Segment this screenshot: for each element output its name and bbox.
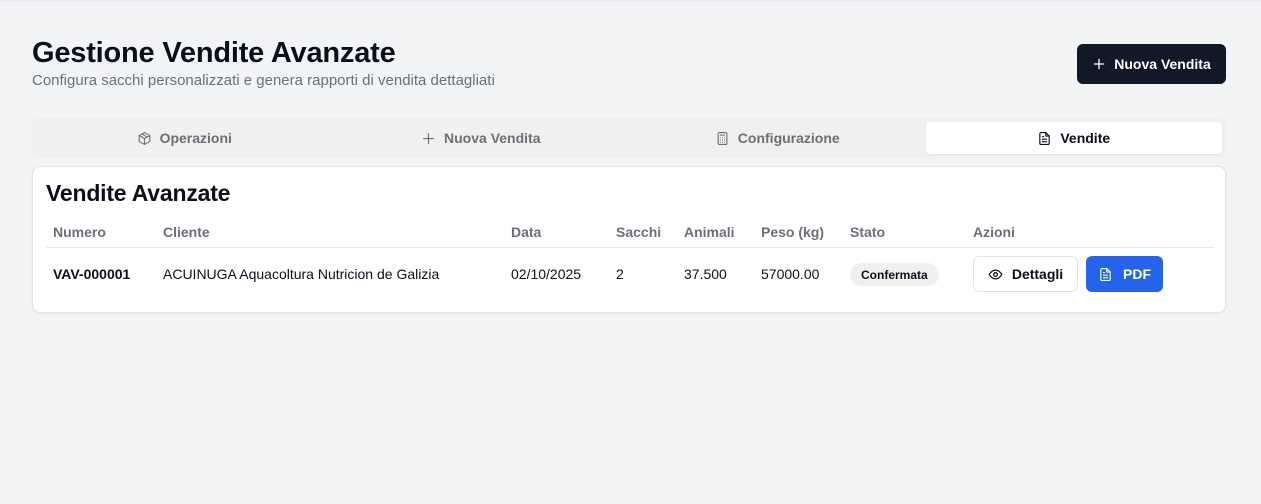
tab-operazioni[interactable]: Operazioni: [36, 122, 333, 154]
tab-vendite[interactable]: Vendite: [925, 122, 1222, 154]
new-sale-button[interactable]: Nuova Vendita: [1077, 44, 1226, 84]
column-header-azioni: Azioni: [973, 224, 1015, 240]
column-header-numero: Numero: [53, 224, 106, 240]
cell-cliente: ACUINUGA Aquacoltura Nutricion de Galizi…: [163, 266, 440, 282]
column-header-cliente: Cliente: [163, 224, 210, 240]
column-header-data: Data: [511, 224, 542, 240]
cell-sacchi: 2: [616, 266, 624, 282]
pdf-label: PDF: [1123, 266, 1151, 282]
table-header-divider: [46, 247, 1214, 248]
cell-animali: 37.500: [684, 266, 727, 282]
file-text-icon: [1039, 131, 1051, 145]
tab-nuova-vendita[interactable]: Nuova Vendita: [333, 122, 630, 154]
column-header-stato: Stato: [850, 224, 885, 240]
plus-icon: [422, 132, 435, 144]
cell-peso: 57000.00: [761, 266, 820, 282]
package-icon: [138, 131, 150, 145]
top-shadow: [0, 0, 1261, 3]
card-title: Vendite Avanzate: [46, 180, 231, 206]
cell-data: 02/10/2025: [511, 266, 582, 282]
new-sale-label: Nuova Vendita: [1114, 56, 1211, 72]
column-header-peso: Peso (kg): [761, 224, 825, 240]
tab-label: Nuova Vendita: [444, 130, 541, 146]
tab-label: Configurazione: [737, 130, 840, 146]
calculator-icon: [717, 131, 728, 145]
page-subtitle: Configura sacchi personalizzati e genera…: [32, 72, 495, 89]
details-button[interactable]: Dettagli: [973, 256, 1078, 292]
status-badge: Confermata: [850, 263, 939, 286]
plus-icon: [1093, 58, 1105, 70]
column-header-animali: Animali: [684, 224, 735, 240]
column-header-sacchi: Sacchi: [616, 224, 662, 240]
page-header: Gestione Vendite Avanzate Configura sacc…: [32, 36, 1226, 96]
details-label: Dettagli: [1011, 266, 1064, 282]
tab-bar: Operazioni Nuova Vendita Configurazione …: [32, 118, 1226, 158]
cell-numero: VAV-000001: [53, 266, 131, 282]
tab-configurazione[interactable]: Configurazione: [629, 122, 926, 154]
eye-icon: [988, 269, 1003, 279]
tab-label: Vendite: [1060, 130, 1111, 146]
pdf-button[interactable]: PDF: [1086, 256, 1163, 292]
page-title: Gestione Vendite Avanzate: [32, 37, 396, 69]
file-text-icon: [1100, 267, 1111, 281]
sales-card: Vendite Avanzate Numero Cliente Data Sac…: [32, 166, 1226, 313]
tab-label: Operazioni: [159, 130, 232, 146]
